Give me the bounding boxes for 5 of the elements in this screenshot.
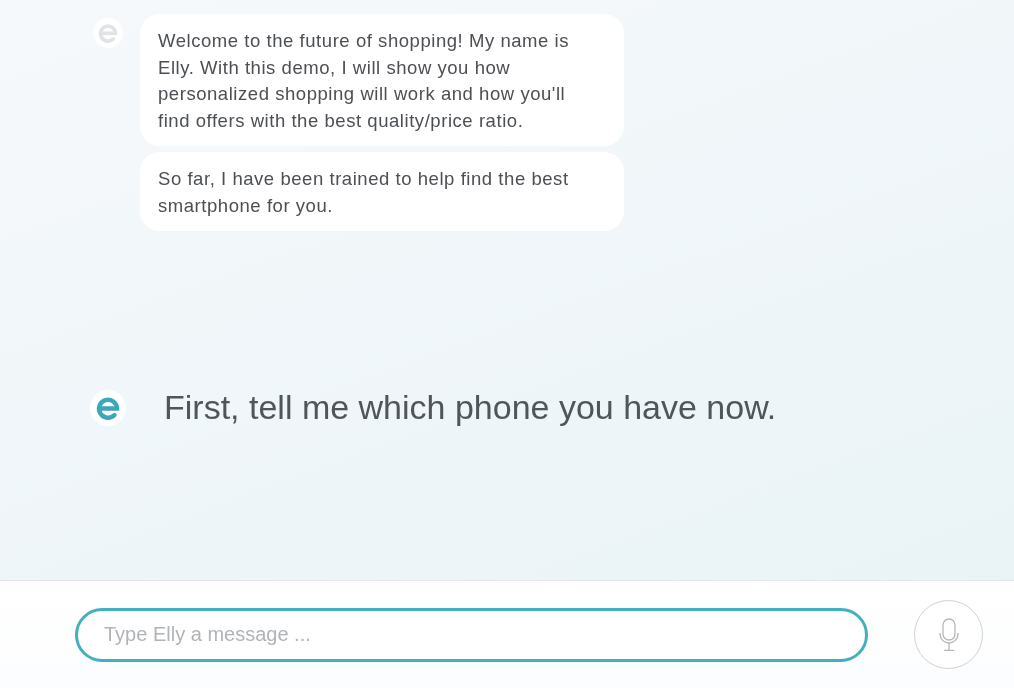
chat-bubble: So far, I have been trained to help find the best smartphone for you. bbox=[140, 152, 624, 231]
chat-bubble: Welcome to the future of shopping! My name is Elly. With this demo, I will show you how personalized shopping will work and how you'll find offers with the best quality/price ratio. bbox=[140, 14, 624, 146]
message-input[interactable]: Type Elly a message ... bbox=[75, 607, 868, 662]
prompt-message: First, tell me which phone you have now. bbox=[164, 388, 777, 427]
microphone-icon bbox=[938, 617, 959, 652]
